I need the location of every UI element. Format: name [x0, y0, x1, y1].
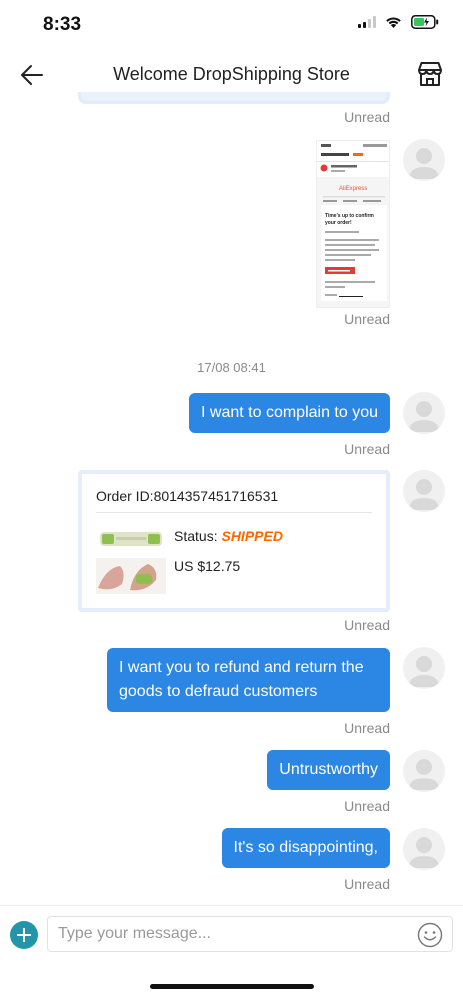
user-icon: [409, 656, 439, 687]
order-id: Order ID:8014357451716531: [96, 488, 279, 504]
avatar: [403, 139, 445, 181]
avatar: [403, 392, 445, 434]
user-icon: [409, 148, 439, 179]
message-text: Untrustworthy: [279, 761, 378, 778]
signal-icon: [358, 16, 376, 28]
smiley-icon: [417, 922, 443, 948]
message-text: I want you to refund and return the good…: [119, 659, 364, 700]
unread-label: Unread: [344, 441, 390, 457]
svg-text:your order!: your order!: [325, 220, 352, 226]
user-icon: [409, 401, 439, 432]
emoji-button[interactable]: [417, 922, 443, 948]
chat-area[interactable]: Unread AliExpress Time's up to confirm y…: [0, 92, 463, 908]
message-bubble[interactable]: Untrustworthy: [267, 750, 390, 790]
previous-message-bubble: [78, 92, 390, 104]
message-input[interactable]: [47, 916, 453, 952]
unread-label: Unread: [344, 311, 390, 327]
screenshot-preview: AliExpress Time's up to confirm your ord…: [317, 141, 389, 307]
message-bubble[interactable]: I want you to refund and return the good…: [107, 648, 390, 712]
wifi-icon: [386, 17, 401, 28]
add-attachment-button[interactable]: [10, 921, 38, 949]
home-indicator: [150, 984, 314, 989]
status-bar: 8:33: [0, 0, 463, 48]
order-status: Status: SHIPPED: [174, 528, 283, 544]
avatar: [403, 828, 445, 870]
screenshot-brand: AliExpress: [339, 186, 367, 192]
message-composer: [0, 905, 463, 963]
unread-label: Unread: [344, 798, 390, 814]
status-icons: [358, 15, 439, 29]
avatar: [403, 470, 445, 512]
battery-icon: [411, 15, 439, 29]
unread-label: Unread: [344, 617, 390, 633]
avatar: [403, 647, 445, 689]
message-text: I want to complain to you: [201, 404, 378, 421]
store-icon: [418, 62, 442, 86]
status-badge: SHIPPED: [221, 528, 283, 544]
product-image: [96, 558, 166, 594]
unread-label: Unread: [344, 720, 390, 736]
svg-text:Time's up to confirm: Time's up to confirm: [325, 213, 374, 219]
product-image: [98, 526, 164, 552]
message-bubble[interactable]: It's so disappointing,: [221, 828, 390, 868]
store-button[interactable]: [415, 59, 445, 89]
divider: [96, 512, 372, 513]
unread-label: Unread: [344, 109, 390, 125]
status-time: 8:33: [43, 14, 82, 35]
timestamp: 17/08 08:41: [197, 360, 266, 375]
user-icon: [409, 759, 439, 790]
page-title: Welcome DropShipping Store: [113, 64, 350, 84]
unread-label: Unread: [344, 876, 390, 892]
order-card[interactable]: Order ID:8014357451716531 Status: SHIPPE…: [78, 470, 390, 612]
avatar: [403, 750, 445, 792]
message-text: It's so disappointing,: [233, 839, 378, 856]
screenshot-attachment[interactable]: AliExpress Time's up to confirm your ord…: [316, 140, 390, 308]
user-icon: [409, 479, 439, 510]
user-icon: [409, 837, 439, 868]
message-bubble[interactable]: I want to complain to you: [189, 393, 390, 433]
order-price: US $12.75: [174, 558, 241, 574]
status-label: Status:: [174, 528, 218, 544]
